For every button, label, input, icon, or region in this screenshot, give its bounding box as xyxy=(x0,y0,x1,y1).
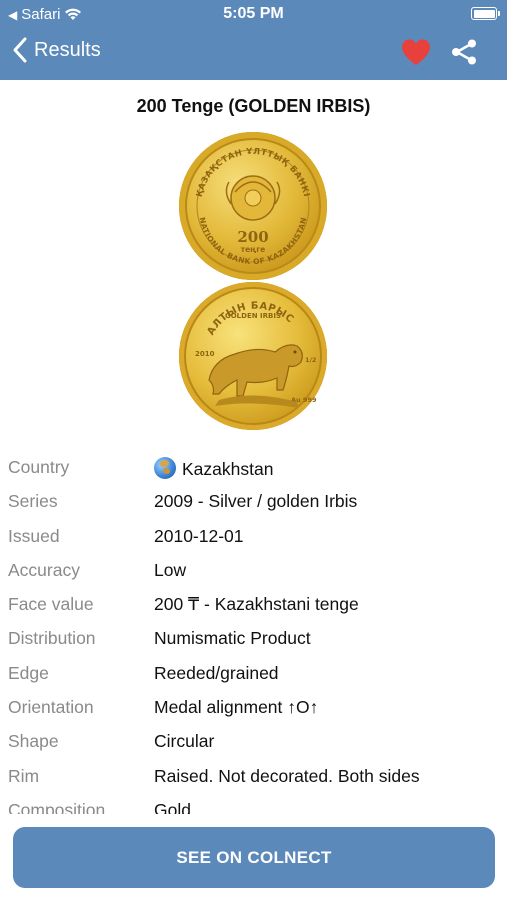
detail-value: Gold xyxy=(154,799,191,814)
detail-row-rim: Rim Raised. Not decorated. Both sides xyxy=(0,761,507,795)
detail-value: 200 ₸ - Kazakhstani tenge xyxy=(154,594,359,615)
detail-label: Shape xyxy=(8,731,59,752)
favorite-button[interactable] xyxy=(400,38,432,71)
detail-value: 2009 - Silver / golden Irbis xyxy=(154,491,358,512)
emblem-icon xyxy=(225,175,281,221)
obverse-value: 200 xyxy=(237,228,268,246)
detail-label: Distribution xyxy=(8,628,96,649)
heart-icon xyxy=(402,39,430,65)
reverse-sub-legend: GOLDEN IRBIS xyxy=(225,312,281,320)
detail-label: Edge xyxy=(8,662,49,683)
obverse-unit: теңге xyxy=(241,245,266,254)
detail-row-orientation: Orientation Medal alignment ↑O↑ xyxy=(0,692,507,726)
detail-label: Accuracy xyxy=(8,559,80,580)
detail-label: Orientation xyxy=(8,697,94,718)
coin-reverse-art: АЛТЫН БАРЫС GOLDEN IRBIS 2010 Au 999 1/2 xyxy=(195,301,317,408)
detail-row-composition: Composition Gold xyxy=(0,795,507,814)
detail-row-distribution: Distribution Numismatic Product xyxy=(0,623,507,657)
share-button[interactable] xyxy=(450,38,478,71)
detail-value: Reeded/grained xyxy=(154,662,279,683)
detail-value-country: Kazakhstan xyxy=(154,457,273,480)
detail-label: Composition xyxy=(8,799,106,814)
detail-label: Series xyxy=(8,491,58,512)
status-bar: ◀ Safari 5:05 PM xyxy=(0,0,507,28)
reverse-weight: 1/2 xyxy=(305,356,316,364)
see-on-colnect-button[interactable]: SEE ON COLNECT xyxy=(13,827,495,888)
coin-details-list[interactable]: Country Kazakhstan Series 2009 - Silver … xyxy=(0,452,507,814)
status-time: 5:05 PM xyxy=(223,5,284,22)
back-label: Results xyxy=(34,38,101,61)
detail-row-accuracy: Accuracy Low xyxy=(0,555,507,589)
back-button[interactable]: Results xyxy=(12,36,101,64)
detail-label: Face value xyxy=(8,594,94,615)
navigation-bar: Results xyxy=(0,30,507,76)
detail-value: Medal alignment ↑O↑ xyxy=(154,697,319,718)
globe-icon xyxy=(154,457,176,479)
share-icon xyxy=(452,39,476,65)
coin-reverse-image[interactable]: АЛТЫН БАРЫС GOLDEN IRBIS 2010 Au 999 1/2 xyxy=(179,282,327,430)
coin-title: 200 Tenge (GOLDEN IRBIS) xyxy=(136,96,371,116)
coin-obverse-art: ҚАЗАҚСТАН ҰЛТТЫҚ БАНКІ NATIONAL BANK OF … xyxy=(195,147,311,266)
coin-obverse-image[interactable]: ҚАЗАҚСТАН ҰЛТТЫҚ БАНКІ NATIONAL BANK OF … xyxy=(179,132,327,280)
detail-row-edge: Edge Reeded/grained xyxy=(0,658,507,692)
chevron-left-icon xyxy=(13,37,27,63)
detail-row-issued: Issued 2010-12-01 xyxy=(0,521,507,555)
detail-row-face-value: Face value 200 ₸ - Kazakhstani tenge xyxy=(0,589,507,623)
snow-leopard-icon xyxy=(208,344,303,408)
reverse-year: 2010 xyxy=(195,350,215,358)
detail-label: Rim xyxy=(8,765,40,786)
top-bar: ◀ Safari 5:05 PM Results xyxy=(0,0,507,80)
detail-value: Numismatic Product xyxy=(154,628,311,649)
detail-label: Issued xyxy=(8,525,60,546)
detail-row-series: Series 2009 - Silver / golden Irbis xyxy=(0,486,507,520)
detail-value: Raised. Not decorated. Both sides xyxy=(154,765,420,786)
detail-value: 2010-12-01 xyxy=(154,525,244,546)
detail-row-shape: Shape Circular xyxy=(0,726,507,760)
detail-value: Low xyxy=(154,559,187,580)
detail-label: Country xyxy=(8,457,70,477)
detail-row-country: Country Kazakhstan xyxy=(0,452,507,486)
battery-icon xyxy=(471,7,500,20)
detail-value: Circular xyxy=(154,731,215,752)
country-name: Kazakhstan xyxy=(182,459,274,479)
